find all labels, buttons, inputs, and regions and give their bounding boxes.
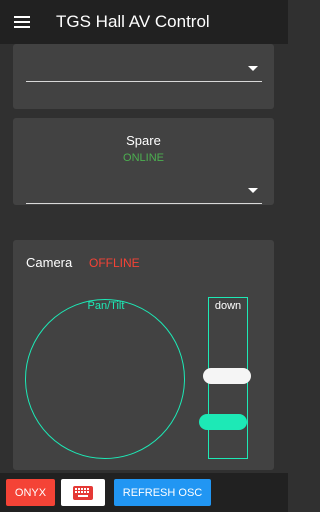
pan-tilt-joystick[interactable]: Pan/Tilt (25, 299, 185, 459)
app-bar: TGS Hall AV Control (0, 0, 288, 44)
pan-tilt-label: Pan/Tilt (87, 300, 125, 312)
slider-active-handle[interactable] (199, 414, 247, 430)
spare-select[interactable] (26, 179, 262, 204)
chevron-down-icon (248, 66, 258, 71)
slider-label: down (214, 300, 242, 312)
menu-button[interactable] (0, 0, 44, 44)
app-title: TGS Hall AV Control (56, 12, 210, 31)
camera-name: Camera (26, 255, 73, 270)
spare-name: Spare (126, 133, 161, 148)
keyboard-icon (73, 485, 93, 500)
device-card-top (13, 44, 274, 109)
onyx-button[interactable]: ONYX (6, 479, 55, 506)
menu-icon (14, 16, 30, 28)
bottom-bar: ONYX REFRESH OSC (0, 473, 288, 512)
refresh-osc-button[interactable]: REFRESH OSC (114, 479, 211, 506)
chevron-down-icon (248, 188, 258, 193)
camera-status: OFFLINE (89, 256, 140, 270)
camera-card: Camera OFFLINE Pan/Tilt down (13, 240, 274, 470)
device-select-top[interactable] (26, 57, 262, 82)
spare-status: ONLINE (123, 152, 164, 164)
slider-handle[interactable] (203, 368, 251, 384)
keyboard-button[interactable] (61, 479, 105, 506)
spare-card: Spare ONLINE (13, 118, 274, 205)
zoom-slider[interactable]: down (199, 297, 251, 459)
